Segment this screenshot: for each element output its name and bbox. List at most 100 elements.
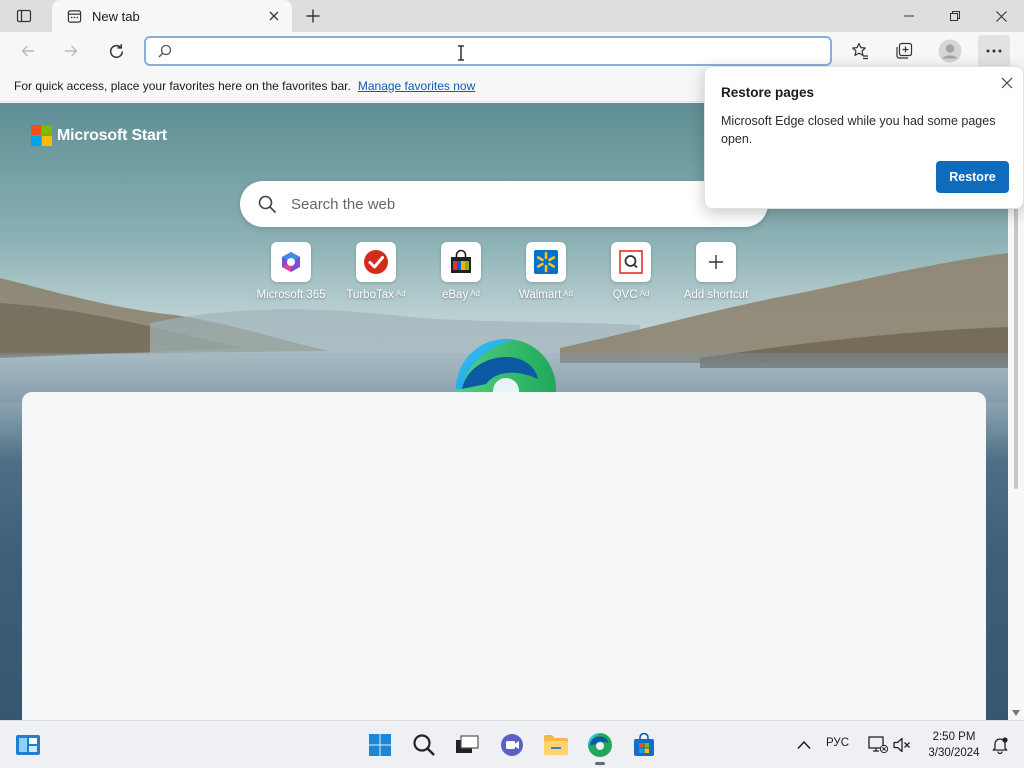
- ebay-bag-icon: [451, 249, 471, 273]
- profile-button[interactable]: [934, 35, 966, 67]
- teams-chat-icon: [501, 734, 523, 756]
- back-button[interactable]: [12, 35, 44, 67]
- ad-badge: Ad: [563, 289, 574, 298]
- edge-taskbar-button[interactable]: [584, 729, 616, 765]
- chat-button[interactable]: [496, 729, 528, 761]
- dialog-message: Microsoft Edge closed while you had some…: [721, 114, 996, 146]
- address-bar[interactable]: [144, 36, 832, 66]
- input-language-indicator[interactable]: РУС: [826, 737, 849, 749]
- plus-icon: [306, 9, 320, 23]
- tab-new-tab[interactable]: New tab: [52, 0, 292, 32]
- collections-button[interactable]: [888, 35, 920, 67]
- browser-toolbar: [0, 32, 1024, 70]
- turbotax-icon: [364, 250, 388, 274]
- restore-window-button[interactable]: [932, 0, 978, 32]
- content-feed-panel: [22, 392, 986, 720]
- clock-time: 2:50 PM: [932, 731, 976, 743]
- shortcut-tile: [356, 242, 396, 282]
- close-icon: [269, 11, 279, 21]
- clock-date: 3/30/2024: [928, 747, 980, 759]
- store-button[interactable]: [628, 729, 660, 761]
- network-disconnected-icon: [868, 736, 888, 754]
- tab-actions-button[interactable]: [8, 4, 40, 28]
- system-clock[interactable]: 2:50 PM 3/30/2024: [916, 729, 992, 761]
- microsoft-365-icon: [282, 252, 300, 272]
- collections-icon: [896, 42, 913, 59]
- tab-close-button[interactable]: [264, 6, 284, 26]
- restore-window-icon: [950, 11, 960, 21]
- microsoft-logo-icon: [31, 125, 52, 146]
- shortcut-walmart[interactable]: Walmart Ad: [503, 242, 589, 301]
- widgets-button[interactable]: [12, 729, 44, 761]
- edge-logo-icon: [456, 339, 556, 393]
- forward-arrow-icon: [65, 45, 78, 57]
- restore-button[interactable]: Restore: [936, 161, 1009, 193]
- shortcut-label: Add shortcut: [683, 289, 749, 301]
- folder-icon: [544, 735, 568, 755]
- shortcut-label: Walmart: [518, 289, 562, 301]
- search-icon: [258, 195, 277, 213]
- dialog-title: Restore pages: [721, 85, 815, 100]
- widgets-icon: [16, 735, 40, 755]
- quick-links: Microsoft 365 TurboTax Ad eBay Ad Walmart A…: [248, 242, 768, 306]
- file-explorer-button[interactable]: [540, 729, 572, 761]
- address-input[interactable]: [180, 39, 830, 63]
- chevron-up-icon: [797, 740, 811, 750]
- tab-title: New tab: [92, 8, 140, 24]
- task-view-button[interactable]: [451, 729, 483, 761]
- search-icon: [158, 44, 172, 58]
- refresh-button[interactable]: [100, 35, 132, 67]
- edge-icon: [588, 733, 612, 757]
- forward-button[interactable]: [55, 35, 87, 67]
- favorites-button[interactable]: [844, 35, 876, 67]
- shortcut-ebay[interactable]: eBay Ad: [418, 242, 504, 301]
- favorites-star-icon: [852, 42, 868, 60]
- new-tab-button[interactable]: [300, 4, 326, 28]
- add-shortcut-button[interactable]: Add shortcut: [673, 242, 759, 301]
- shortcut-microsoft-365[interactable]: Microsoft 365: [248, 242, 334, 301]
- favorites-bar-message: For quick access, place your favorites h…: [14, 78, 351, 93]
- tab-actions-icon: [16, 9, 32, 23]
- taskbar-search-button[interactable]: [408, 729, 440, 761]
- shortcut-tile: [611, 242, 651, 282]
- show-hidden-icons-button[interactable]: [788, 729, 820, 761]
- shortcut-label: QVC: [612, 289, 638, 301]
- shortcut-tile: [696, 242, 736, 282]
- scroll-down-arrow-icon[interactable]: [1012, 710, 1020, 716]
- profile-avatar-icon: [938, 39, 962, 63]
- shortcut-tile: [526, 242, 566, 282]
- dialog-close-button[interactable]: [999, 75, 1015, 91]
- brand-name: Microsoft Start: [57, 126, 167, 144]
- web-search-box[interactable]: [240, 181, 768, 227]
- manage-favorites-link[interactable]: Manage favorites now: [358, 79, 475, 93]
- ad-badge: Ad: [470, 289, 480, 298]
- plus-icon: [709, 255, 723, 269]
- settings-and-more-button[interactable]: [978, 35, 1010, 67]
- tab-strip: New tab: [0, 0, 1024, 32]
- taskbar: РУС 2:50 PM 3/30/2024: [0, 720, 1024, 768]
- newtab-favicon-icon: [66, 8, 82, 24]
- volume-button[interactable]: [886, 729, 918, 761]
- text-cursor-icon: [458, 45, 464, 61]
- shortcut-label: Microsoft 365: [256, 289, 326, 301]
- start-button[interactable]: [364, 729, 396, 761]
- close-window-button[interactable]: [978, 0, 1024, 32]
- shortcut-label: eBay: [441, 289, 469, 301]
- minimize-icon: [904, 15, 914, 17]
- walmart-icon: [534, 250, 558, 274]
- notification-center-button[interactable]: [984, 729, 1016, 761]
- microsoft-start-brand[interactable]: Microsoft Start: [31, 125, 167, 146]
- minimize-button[interactable]: [886, 0, 932, 32]
- ad-badge: Ad: [395, 289, 406, 298]
- shortcut-label: TurboTax: [346, 289, 394, 301]
- restore-pages-dialog: Restore pages Microsoft Edge closed whil…: [704, 66, 1024, 209]
- windows-start-icon: [369, 734, 391, 756]
- ad-badge: Ad: [639, 289, 650, 298]
- store-bag-icon: [634, 733, 654, 756]
- shortcut-turbotax[interactable]: TurboTax Ad: [333, 242, 419, 301]
- web-search-input[interactable]: [291, 195, 768, 213]
- close-window-icon: [995, 10, 1007, 22]
- volume-muted-icon: [893, 737, 910, 753]
- close-icon: [1001, 77, 1013, 89]
- shortcut-qvc[interactable]: QVC Ad: [588, 242, 674, 301]
